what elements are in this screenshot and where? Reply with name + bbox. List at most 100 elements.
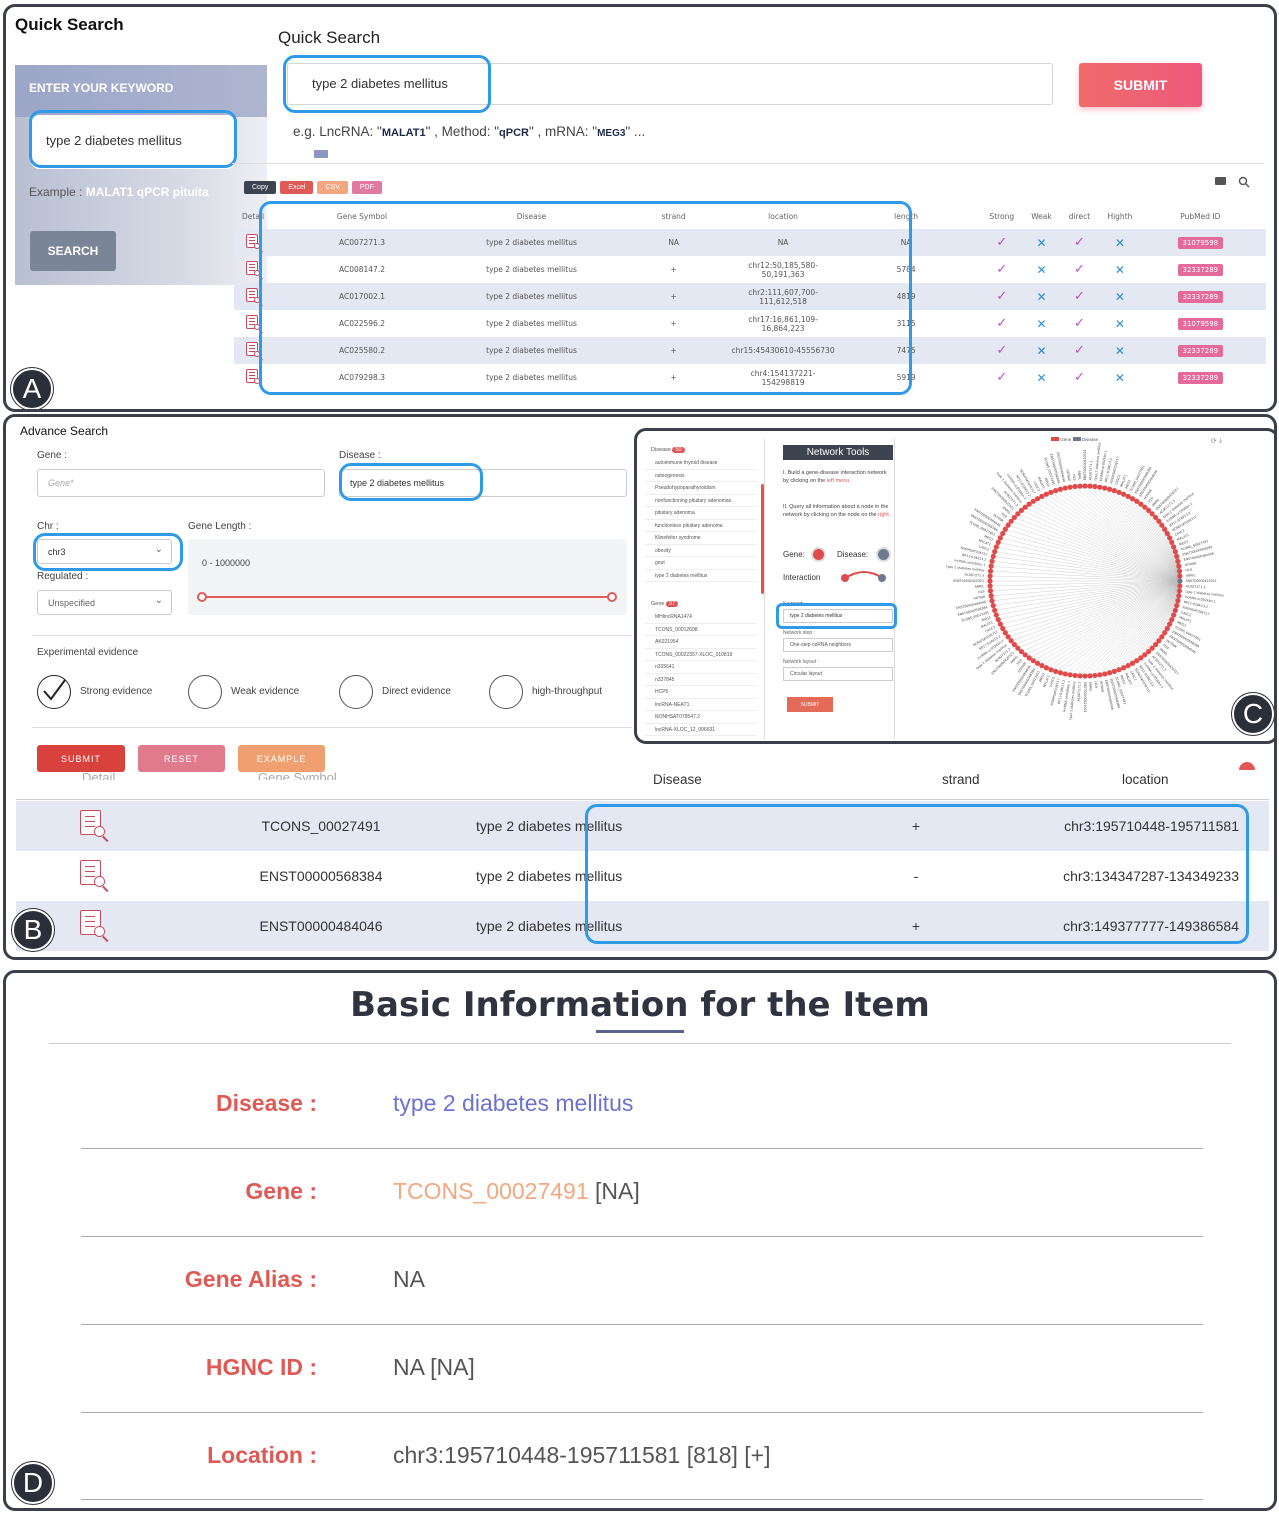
pubmed-badge[interactable]: 32337289	[1177, 290, 1224, 303]
col-strand[interactable]: strand	[619, 203, 728, 229]
weak-evidence-radio[interactable]	[188, 675, 222, 709]
interaction-slider[interactable]	[839, 569, 889, 583]
pubmed-badge[interactable]: 31079598	[1177, 317, 1224, 330]
list-item[interactable]: functionless pituitary adenoma	[645, 520, 757, 532]
list-item[interactable]: pituitary adenoma	[645, 507, 757, 520]
slider-handle-min[interactable]	[197, 592, 207, 602]
disease-toggle[interactable]	[878, 549, 889, 560]
list-item[interactable]: n335641	[645, 661, 757, 674]
strong-evidence-radio[interactable]	[37, 675, 71, 709]
gene-input[interactable]: Gene*	[37, 469, 325, 497]
detail-cell[interactable]	[16, 851, 176, 901]
detail-icon[interactable]	[246, 233, 264, 253]
gene-symbol-cell[interactable]: ENST00000484046	[176, 901, 466, 951]
network-graph[interactable]: ENST00000420321AC007271.3type 2 diabetes…	[905, 441, 1265, 741]
list-item[interactable]: n337845	[645, 674, 757, 686]
detail-cell[interactable]	[234, 364, 280, 391]
list-item[interactable]: gout	[645, 557, 757, 570]
col-disease[interactable]: Disease	[444, 203, 619, 229]
pubmed-badge[interactable]: 32337289	[1177, 371, 1224, 384]
export-excel-button[interactable]: Excel	[280, 181, 314, 194]
sidebar-keyword-input[interactable]: type 2 diabetes mellitus	[31, 115, 235, 169]
detail-icon[interactable]	[246, 341, 264, 361]
table-row[interactable]: ENST00000568384 type 2 diabetes mellitus -…	[16, 851, 1269, 901]
keyword-input[interactable]: type 2 diabetes mellitus	[783, 609, 893, 623]
col-location[interactable]: location	[728, 203, 837, 229]
table-row[interactable]: AC007271.3 type 2 diabetes mellitus NA NA NA…	[234, 229, 1266, 256]
col-highth[interactable]: Highth	[1105, 203, 1134, 229]
disease-input[interactable]: type 2 diabetes mellitus	[339, 469, 627, 497]
list-item[interactable]: type 2 diabetes mellitus	[645, 570, 757, 582]
export-copy-button[interactable]: Copy	[244, 181, 277, 194]
detail-icon[interactable]	[246, 314, 264, 334]
col-weak[interactable]: Weak	[1029, 203, 1054, 229]
reset-button[interactable]: RESET	[138, 745, 225, 772]
sidebar-search-button[interactable]: SEARCH	[30, 231, 116, 271]
folder-icon[interactable]	[1215, 177, 1226, 185]
detail-cell[interactable]	[234, 337, 280, 364]
slider-track[interactable]	[202, 596, 612, 598]
pubmed-badge[interactable]: 32337289	[1177, 344, 1224, 357]
detail-icon[interactable]	[80, 810, 112, 843]
detail-cell[interactable]	[234, 310, 280, 337]
gene-symbol-cell[interactable]: ENST00000568384	[176, 851, 466, 901]
list-item[interactable]: NONHSAT079547.2	[645, 711, 757, 724]
direct-evidence-radio[interactable]	[339, 675, 373, 709]
table-row[interactable]: AC017002.1 type 2 diabetes mellitus + chr2:…	[234, 283, 1266, 310]
submit-button[interactable]: SUBMIT	[1079, 63, 1202, 107]
gene-symbol-cell[interactable]: AC017002.1	[279, 283, 444, 310]
export-pdf-button[interactable]: PDF	[351, 181, 382, 194]
gene-symbol-cell[interactable]: AC079298.3	[280, 364, 444, 391]
table-row[interactable]: TCONS_00027491 type 2 diabetes mellitus + c…	[16, 801, 1269, 851]
gene-symbol-cell[interactable]: TCONS_00027491	[176, 801, 466, 851]
gene-symbol-cell[interactable]: AC008147.2	[280, 256, 444, 283]
detail-cell[interactable]	[234, 283, 280, 310]
pubmed-badge[interactable]: 31079598	[1177, 236, 1224, 249]
list-item[interactable]: MHlincRNA1474	[645, 611, 757, 624]
detail-cell[interactable]	[234, 229, 280, 256]
list-item[interactable]: AK021954	[645, 636, 757, 649]
adv-col-disease[interactable]: Disease	[653, 772, 702, 787]
advance-submit-button[interactable]: SUBMIT	[37, 745, 125, 772]
list-item[interactable]: osteogenesis	[645, 470, 757, 482]
gene-symbol-cell[interactable]: AC025580.2	[279, 337, 444, 364]
list-item[interactable]: obesity	[645, 545, 757, 557]
chr-select[interactable]: chr3 ⌄	[37, 539, 172, 564]
list-item[interactable]: Klinefelter syndrome	[645, 532, 757, 545]
adv-col-gene-symbol[interactable]: Gene Symbol	[258, 770, 337, 780]
table-row[interactable]: AC025580.2 type 2 diabetes mellitus + chr15…	[234, 337, 1266, 364]
disease-info-value[interactable]: type 2 diabetes mellitus	[393, 1090, 633, 1117]
detail-cell[interactable]	[16, 801, 176, 851]
detail-icon[interactable]	[246, 260, 264, 280]
regulated-select[interactable]: Unspecified ⌄	[37, 590, 172, 615]
export-csv-button[interactable]: CSV	[317, 181, 348, 194]
adv-col-location[interactable]: location	[1122, 772, 1169, 787]
main-search-input[interactable]: type 2 diabetes mellitus	[287, 63, 1053, 105]
hint-lncrna[interactable]: MALAT1	[382, 127, 426, 139]
col-strong[interactable]: Strong	[974, 203, 1029, 229]
layout-select[interactable]: Circular layout	[783, 667, 893, 681]
step-select[interactable]: One-step ceRNA neighbors	[783, 638, 893, 652]
gene-toggle[interactable]	[813, 549, 824, 560]
col-gene-symbol[interactable]: Gene Symbol	[280, 203, 444, 229]
list-item[interactable]: autoimmune thyroid disease	[645, 457, 757, 470]
side-scrollbar[interactable]	[761, 484, 764, 594]
list-item[interactable]: nonfunctioning pituitary adenomas	[645, 495, 757, 507]
detail-icon[interactable]	[246, 368, 264, 388]
list-item[interactable]: lncRNA-XLOC_12_006631	[645, 724, 757, 736]
network-submit-button[interactable]: SUBMIT	[787, 697, 833, 712]
gene-symbol-cell[interactable]: AC007271.3	[279, 229, 444, 256]
slider-handle-max[interactable]	[607, 592, 617, 602]
table-search-icon[interactable]	[1238, 175, 1250, 193]
table-row[interactable]: AC022596.2 type 2 diabetes mellitus + chr17…	[234, 310, 1266, 337]
col-length[interactable]: length	[838, 203, 975, 229]
hint-method[interactable]: qPCR	[499, 127, 529, 139]
table-row[interactable]: AC008147.2 type 2 diabetes mellitus + chr12…	[234, 256, 1266, 283]
high-throughput-radio[interactable]	[489, 675, 523, 709]
detail-icon[interactable]	[80, 860, 112, 893]
detail-icon[interactable]	[80, 910, 112, 943]
adv-col-strand[interactable]: strand	[942, 772, 980, 787]
detail-cell[interactable]	[234, 256, 280, 283]
example-button[interactable]: EXAMPLE	[238, 745, 325, 772]
col-pubmed[interactable]: PubMed ID	[1135, 203, 1266, 229]
